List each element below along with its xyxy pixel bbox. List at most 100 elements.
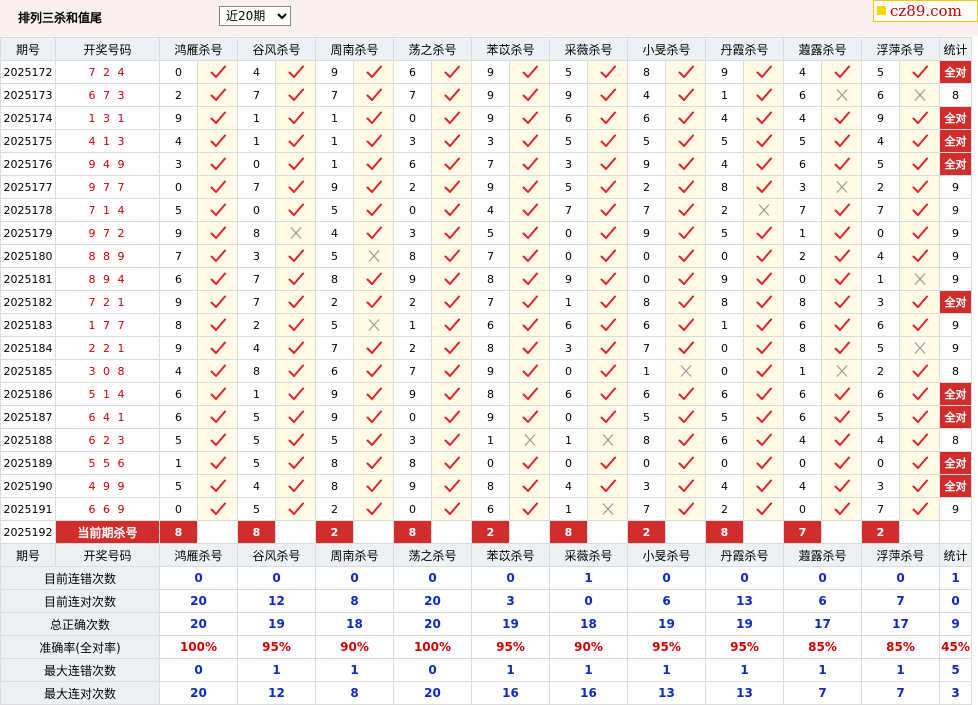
check-icon [665,83,706,107]
summary-value: 1 [549,566,628,590]
check-icon [587,382,628,406]
col-expert-header[interactable]: 荡之杀号 [393,543,472,567]
col-expert-header[interactable]: 谷风杀号 [237,543,316,567]
col-expert-header[interactable]: 浮萍杀号 [861,37,940,61]
kill-number-cell: 7 [159,244,198,268]
check-icon [821,497,862,521]
check-icon [743,106,784,130]
kill-number-cell: 0 [159,497,198,521]
kill-number-cell: 4 [237,60,276,84]
check-icon [431,359,472,383]
kill-number-cell: 2 [705,198,744,222]
check-icon [275,106,316,130]
check-icon [821,313,862,337]
kill-number-cell: 6 [705,428,744,452]
draw-code-cell: 8 8 9 [55,244,160,268]
kill-number-cell: 1 [783,359,822,383]
col-expert-header[interactable]: 丹霞杀号 [705,37,784,61]
issue-cell: 2025184 [0,336,56,360]
summary-value: 1 [315,658,394,682]
col-expert-header[interactable]: 采薇杀号 [549,543,628,567]
kill-number-cell: 7 [237,267,276,291]
kill-number-cell: 8 [627,290,666,314]
issue-cell: 2025189 [0,451,56,475]
kill-number-cell: 8 [315,474,354,498]
kill-number-cell: 7 [471,152,510,176]
check-icon [275,152,316,176]
check-icon [509,313,550,337]
col-expert-header[interactable]: 周南杀号 [315,37,394,61]
kill-number-cell: 4 [159,129,198,153]
col-expert-header[interactable]: 周南杀号 [315,543,394,567]
stat-cell: 8 [939,83,972,107]
kill-number-cell: 7 [861,198,900,222]
summary-row: 准确率(全对率) 100% 95% 90% 100% 95% 90% 95% 95% 85% 85%… [0,635,972,659]
check-icon [899,428,940,452]
summary-value: 100% [393,635,472,659]
summary-value: 85% [861,635,940,659]
kill-number-cell: 5 [861,405,900,429]
col-expert-header[interactable]: 丹霞杀号 [705,543,784,567]
kill-number-cell: 0 [237,198,276,222]
kill-number-cell: 0 [705,359,744,383]
check-icon [197,221,238,245]
col-expert-header[interactable]: 苯苡杀号 [471,543,550,567]
kill-number-cell: 0 [861,451,900,475]
kill-number-cell: 0 [783,267,822,291]
col-expert-header[interactable]: 小旻杀号 [627,37,706,61]
col-expert-header[interactable]: 蕸露杀号 [783,37,862,61]
check-icon [821,336,862,360]
check-icon [509,451,550,475]
col-expert-header[interactable]: 蕸露杀号 [783,543,862,567]
site-logo[interactable]: cz89.com [873,0,978,22]
check-icon [587,359,628,383]
kill-number-cell: 6 [861,313,900,337]
summary-stat-value: 1 [939,566,972,590]
check-icon [509,129,550,153]
check-icon [275,60,316,84]
draw-code-cell: 8 9 4 [55,267,160,291]
current-kill-number: 7 [783,520,822,544]
stat-cell: 9 [939,198,972,222]
summary-value: 8 [315,589,394,613]
kill-number-cell: 1 [549,428,588,452]
kill-number-cell: 6 [861,83,900,107]
issue-cell: 2025183 [0,313,56,337]
col-expert-header[interactable]: 鸿雁杀号 [159,37,238,61]
col-expert-header[interactable]: 谷风杀号 [237,37,316,61]
col-expert-header[interactable]: 鸿雁杀号 [159,543,238,567]
col-expert-header[interactable]: 荡之杀号 [393,37,472,61]
kill-number-cell: 4 [471,198,510,222]
check-icon [899,244,940,268]
check-icon [665,60,706,84]
kill-number-cell: 3 [861,474,900,498]
kill-number-cell: 5 [549,60,588,84]
col-expert-header[interactable]: 采薇杀号 [549,37,628,61]
check-icon [509,152,550,176]
table-row: 2025178 7 1 450504772779 [0,198,972,222]
kill-number-cell: 0 [783,497,822,521]
current-kill-number: 8 [159,520,198,544]
col-expert-header[interactable]: 苯苡杀号 [471,37,550,61]
check-icon [587,244,628,268]
col-expert-header[interactable]: 浮萍杀号 [861,543,940,567]
kill-number-cell: 2 [705,497,744,521]
check-icon [587,336,628,360]
kill-number-cell: 6 [627,106,666,130]
check-icon [353,129,394,153]
summary-label: 目前连错次数 [0,566,160,590]
cross-icon [899,267,940,291]
check-icon [899,359,940,383]
issue-cell: 2025192 [0,520,56,544]
summary-row: 目前连错次数 0 0 0 0 0 1 0 0 0 0 1 [0,566,972,590]
kill-number-cell: 4 [783,474,822,498]
period-select[interactable]: 近20期 [219,6,291,26]
kill-number-cell: 0 [393,106,432,130]
check-icon [509,83,550,107]
stat-cell: 9 [939,175,972,199]
summary-label: 目前连对次数 [0,589,160,613]
current-kill-number: 2 [627,520,666,544]
draw-code-cell: 6 2 3 [55,428,160,452]
kill-number-cell: 6 [627,382,666,406]
col-expert-header[interactable]: 小旻杀号 [627,543,706,567]
